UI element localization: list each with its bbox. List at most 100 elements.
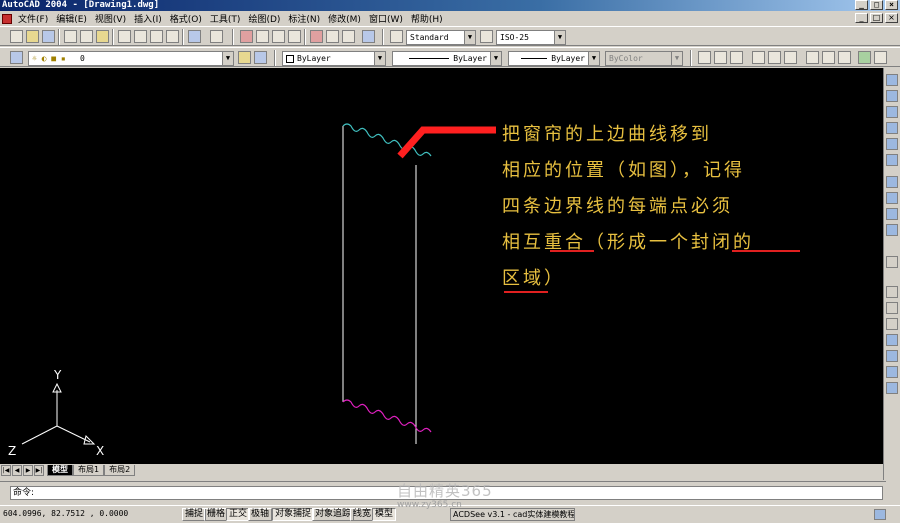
baseline-dim-icon[interactable]	[822, 51, 835, 64]
layer-previous-icon[interactable]	[254, 51, 267, 64]
maximize-button[interactable]: □	[870, 0, 883, 10]
document-icon[interactable]	[2, 13, 12, 24]
comm-center-icon[interactable]	[874, 509, 886, 520]
make-current-layer-icon[interactable]	[238, 51, 251, 64]
pan-icon[interactable]	[240, 30, 253, 43]
linetype-select[interactable]: ByLayer ▼	[392, 51, 502, 66]
otrack-toggle[interactable]: 对象追踪	[312, 508, 355, 521]
dim-radius-icon[interactable]	[752, 51, 765, 64]
color-select[interactable]: ByLayer ▼	[282, 51, 386, 66]
zoom-previous-icon[interactable]	[288, 30, 301, 43]
menu-tools[interactable]: 工具(T)	[206, 12, 245, 25]
paste-icon[interactable]	[150, 30, 163, 43]
new-icon[interactable]	[10, 30, 23, 43]
view-left-icon[interactable]	[886, 106, 898, 118]
shade-2d-icon[interactable]	[886, 286, 898, 298]
view-right-icon[interactable]	[886, 122, 898, 134]
tab-model[interactable]: 模型	[47, 465, 73, 476]
menu-window[interactable]: 窗口(W)	[365, 12, 407, 25]
tab-prev-button[interactable]: ◀	[12, 465, 22, 476]
tab-layout2[interactable]: 布局2	[104, 465, 136, 476]
menu-view[interactable]: 视图(V)	[91, 12, 130, 25]
doc-minimize-button[interactable]: _	[855, 13, 868, 23]
tab-last-button[interactable]: ▶|	[34, 465, 44, 476]
chevron-down-icon[interactable]: ▼	[222, 52, 233, 65]
shade-flat-edges-icon[interactable]	[886, 366, 898, 378]
print-preview-icon[interactable]	[80, 30, 93, 43]
help-icon[interactable]	[362, 30, 375, 43]
text-style-icon[interactable]	[390, 30, 403, 43]
shade-flat-icon[interactable]	[886, 334, 898, 346]
view-front-icon[interactable]	[886, 138, 898, 150]
dim-diameter-icon[interactable]	[768, 51, 781, 64]
layer-manager-icon[interactable]	[10, 51, 23, 64]
chevron-down-icon[interactable]: ▼	[588, 52, 599, 65]
view-se-iso-icon[interactable]	[886, 192, 898, 204]
save-icon[interactable]	[42, 30, 55, 43]
dim-linear-icon[interactable]	[698, 51, 711, 64]
grid-toggle[interactable]: 栅格	[204, 508, 229, 521]
osnap-toggle[interactable]: 对象捕捉	[272, 508, 315, 521]
view-sw-iso-icon[interactable]	[886, 176, 898, 188]
menu-modify[interactable]: 修改(M)	[324, 12, 365, 25]
menu-dimension[interactable]: 标注(N)	[284, 12, 324, 25]
dim-style-icon[interactable]	[480, 30, 493, 43]
menu-format[interactable]: 格式(O)	[166, 12, 206, 25]
minimize-button[interactable]: _	[855, 0, 868, 10]
chevron-down-icon[interactable]: ▼	[554, 31, 565, 44]
zoom-window-icon[interactable]	[272, 30, 285, 43]
doc-restore-button[interactable]: □	[870, 13, 883, 23]
cut-icon[interactable]	[118, 30, 131, 43]
model-toggle[interactable]: 模型	[372, 508, 397, 521]
chevron-down-icon[interactable]: ▼	[374, 52, 385, 65]
text-style-select[interactable]: Standard ▼	[406, 30, 476, 45]
shade-hidden-icon[interactable]	[886, 318, 898, 330]
properties-icon[interactable]	[310, 30, 323, 43]
publish-icon[interactable]	[96, 30, 109, 43]
drawing-canvas[interactable]: 把窗帘的上边曲线移到 相应的位置（如图），记得 四条边界线的每端点必须 相互重合…	[0, 68, 883, 464]
menu-edit[interactable]: 编辑(E)	[52, 12, 91, 25]
design-center-icon[interactable]	[326, 30, 339, 43]
view-top-icon[interactable]	[886, 74, 898, 86]
plotstyle-select[interactable]: ByColor ▼	[605, 51, 683, 66]
dim-style-select[interactable]: ISO-25 ▼	[496, 30, 566, 45]
doc-close-button[interactable]: ×	[885, 13, 898, 23]
match-properties-icon[interactable]	[166, 30, 179, 43]
chevron-down-icon[interactable]: ▼	[671, 52, 682, 65]
menu-insert[interactable]: 插入(I)	[130, 12, 166, 25]
chevron-down-icon[interactable]: ▼	[464, 31, 475, 44]
print-icon[interactable]	[64, 30, 77, 43]
undo-icon[interactable]	[188, 30, 201, 43]
taskbar-button-acdsee[interactable]: ACDSee v3.1 - cad实体建模教程	[450, 508, 575, 521]
menu-file[interactable]: 文件(F)	[14, 12, 52, 25]
view-ne-iso-icon[interactable]	[886, 208, 898, 220]
tab-first-button[interactable]: |◀	[1, 465, 11, 476]
tool-palettes-icon[interactable]	[342, 30, 355, 43]
dim-aligned-icon[interactable]	[714, 51, 727, 64]
shade-3d-icon[interactable]	[886, 302, 898, 314]
redo-icon[interactable]	[210, 30, 223, 43]
lineweight-select[interactable]: ByLayer ▼	[508, 51, 600, 66]
close-button[interactable]: ×	[885, 0, 898, 10]
view-nw-iso-icon[interactable]	[886, 224, 898, 236]
continue-dim-icon[interactable]	[838, 51, 851, 64]
dim-ordinate-icon[interactable]	[730, 51, 743, 64]
leader-icon[interactable]	[858, 51, 871, 64]
lineweight-toggle[interactable]: 线宽	[350, 508, 375, 521]
chevron-down-icon[interactable]: ▼	[490, 52, 501, 65]
open-icon[interactable]	[26, 30, 39, 43]
view-bottom-icon[interactable]	[886, 90, 898, 102]
tab-layout1[interactable]: 布局1	[73, 465, 105, 476]
camera-icon[interactable]	[886, 256, 898, 268]
polar-toggle[interactable]: 极轴	[248, 508, 273, 521]
menu-draw[interactable]: 绘图(D)	[244, 12, 284, 25]
menu-help[interactable]: 帮助(H)	[407, 12, 447, 25]
zoom-realtime-icon[interactable]	[256, 30, 269, 43]
snap-toggle[interactable]: 捕捉	[182, 508, 207, 521]
view-back-icon[interactable]	[886, 154, 898, 166]
ortho-toggle[interactable]: 正交	[226, 508, 251, 521]
layer-select[interactable]: ☼ ◐ ■ ▪ 0 ▼	[28, 51, 234, 66]
tolerance-icon[interactable]	[874, 51, 887, 64]
tab-next-button[interactable]: ▶	[23, 465, 33, 476]
dim-angular-icon[interactable]	[784, 51, 797, 64]
